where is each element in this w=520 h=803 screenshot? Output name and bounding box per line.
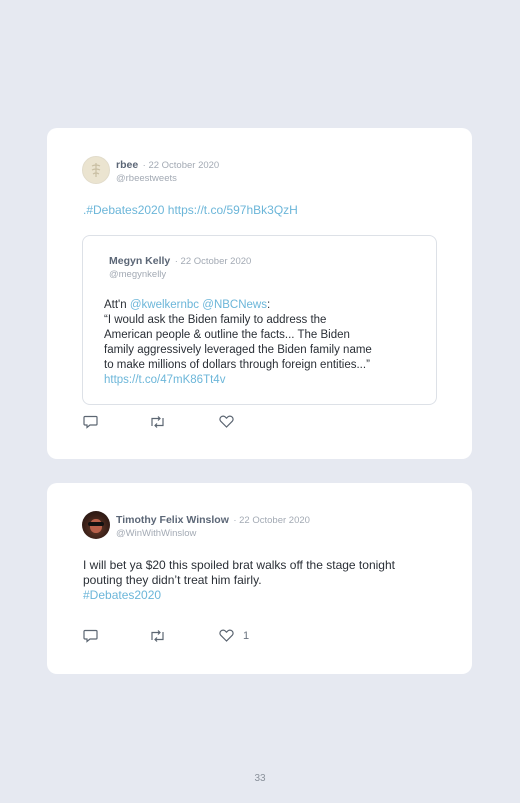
like-button[interactable] (219, 415, 243, 428)
quoted-line: to make millions of dollars through fore… (104, 359, 370, 371)
quoted-author-name[interactable]: Megyn Kelly (109, 255, 170, 267)
tweet-line: pouting they didn’t treat him fairly. (83, 573, 262, 587)
avatar-glasses (88, 522, 104, 526)
retweet-button[interactable] (149, 629, 166, 643)
mention-link[interactable]: @NBCNews (202, 299, 267, 311)
hashtag-link[interactable]: #Debates2020 (86, 203, 164, 217)
quoted-author-handle[interactable]: @megynkelly (109, 268, 251, 281)
attn-colon: : (266, 299, 271, 311)
author-handle[interactable]: @WinWithWinslow (116, 527, 310, 540)
like-button[interactable]: 1 (219, 629, 249, 642)
mention-link[interactable]: @kwelkernbc (130, 299, 199, 311)
hashtag-link[interactable]: #Debates2020 (83, 588, 443, 603)
quoted-line: “I would ask the Biden family to address… (104, 314, 327, 326)
quoted-line: family aggressively leveraged the Biden … (104, 344, 372, 356)
quoted-line: American people & outline the facts... T… (104, 329, 350, 341)
reply-icon (83, 415, 98, 429)
tweet-card: rbee · 22 October 2020 @rbeestweets .#De… (47, 128, 472, 459)
heart-icon (219, 629, 234, 642)
author-name[interactable]: rbee (116, 159, 138, 171)
tweet-card: Timothy Felix Winslow · 22 October 2020 … (47, 483, 472, 674)
quoted-attn-line: Att'n @kwelkernbc @NBCNews: (104, 298, 424, 313)
retweet-icon (151, 630, 164, 642)
tweet-date: · 22 October 2020 (233, 515, 310, 526)
quoted-tweet[interactable]: Megyn Kelly · 22 October 2020 @megynkell… (82, 235, 437, 405)
like-count: 1 (243, 629, 250, 642)
tweet-header: rbee · 22 October 2020 @rbeestweets (116, 157, 219, 185)
tweet-actions: 1 (83, 629, 283, 645)
tweet-date: · 22 October 2020 (142, 160, 220, 171)
reply-icon (83, 629, 98, 643)
quoted-url-link[interactable]: https://t.co/47mK86Tt4v (104, 373, 424, 388)
tweet-line: I will bet ya $20 this spoiled brat walk… (83, 558, 395, 572)
retweet-icon (151, 416, 164, 428)
tweet-text: .#Debates2020 https://t.co/597hBk3QzH (83, 203, 298, 218)
tweet-text: I will bet ya $20 this spoiled brat walk… (83, 558, 443, 603)
quoted-tweet-text: Att'n @kwelkernbc @NBCNews: “I would ask… (104, 298, 424, 388)
tweet-actions (83, 415, 283, 431)
avatar[interactable] (82, 511, 110, 539)
heart-icon (219, 415, 234, 428)
tweet-header: Timothy Felix Winslow · 22 October 2020 … (116, 512, 310, 540)
url-link[interactable]: https://t.co/597hBk3QzH (168, 203, 298, 217)
author-name[interactable]: Timothy Felix Winslow (116, 514, 229, 526)
author-handle[interactable]: @rbeestweets (116, 172, 219, 185)
reply-button[interactable] (83, 415, 98, 429)
quoted-tweet-date: · 22 October 2020 (174, 256, 252, 267)
page-number: 33 (254, 773, 266, 784)
avatar[interactable] (82, 156, 110, 184)
attn-prefix: Att'n (104, 299, 127, 311)
retweet-button[interactable] (149, 415, 166, 429)
quoted-tweet-header: Megyn Kelly · 22 October 2020 @megynkell… (109, 253, 251, 281)
bee-logo-icon (91, 163, 101, 177)
reply-button[interactable] (83, 629, 98, 643)
